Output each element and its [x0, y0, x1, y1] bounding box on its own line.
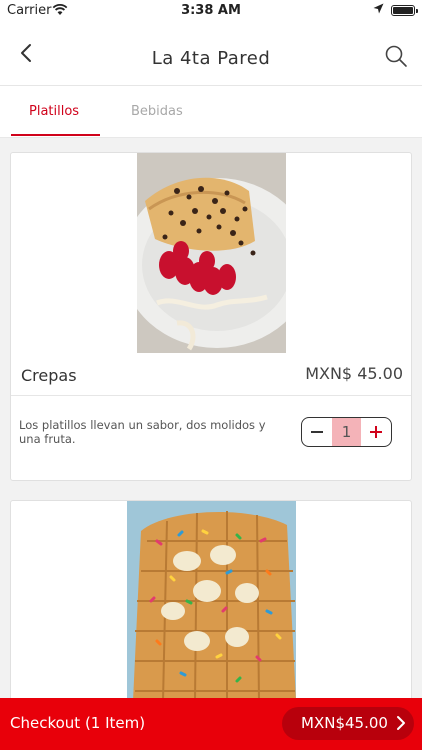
decrease-quantity-button[interactable]	[302, 418, 332, 446]
card-divider	[11, 395, 411, 396]
battery-icon	[391, 5, 418, 16]
quantity-value: 1	[332, 418, 361, 446]
minus-icon	[311, 431, 323, 433]
plus-icon	[370, 426, 382, 438]
page-title: La 4ta Pared	[151, 48, 271, 69]
checkout-label: Checkout (1 Item)	[10, 714, 146, 732]
category-tabs: Platillos Bebidas	[0, 86, 422, 138]
location-icon	[373, 3, 384, 14]
tab-bebidas[interactable]: Bebidas	[131, 104, 183, 119]
status-time: 3:38 AM	[181, 3, 241, 18]
active-tab-indicator	[11, 134, 100, 136]
checkout-total-button[interactable]: MXN$45.00	[282, 707, 414, 740]
tab-platillos[interactable]: Platillos	[29, 104, 79, 119]
navigation-bar: La 4ta Pared	[0, 22, 422, 86]
quantity-stepper: 1	[301, 417, 392, 447]
waffle-photo	[127, 501, 296, 701]
status-bar: Carrier 3:38 AM	[0, 0, 422, 22]
item-price: MXN$ 45.00	[305, 364, 403, 383]
search-icon[interactable]	[384, 44, 408, 68]
checkout-total: MXN$45.00	[301, 714, 388, 732]
item-name: Crepas	[21, 366, 77, 385]
menu-item-card: Crepas MXN$ 45.00 Los platillos llevan u…	[10, 152, 412, 481]
chevron-right-icon	[397, 716, 405, 730]
checkout-bar[interactable]: Checkout (1 Item) MXN$45.00	[0, 698, 422, 750]
crepas-photo	[137, 153, 286, 353]
increase-quantity-button[interactable]	[361, 418, 391, 446]
item-description: Los platillos llevan un sabor, dos molid…	[19, 418, 266, 446]
